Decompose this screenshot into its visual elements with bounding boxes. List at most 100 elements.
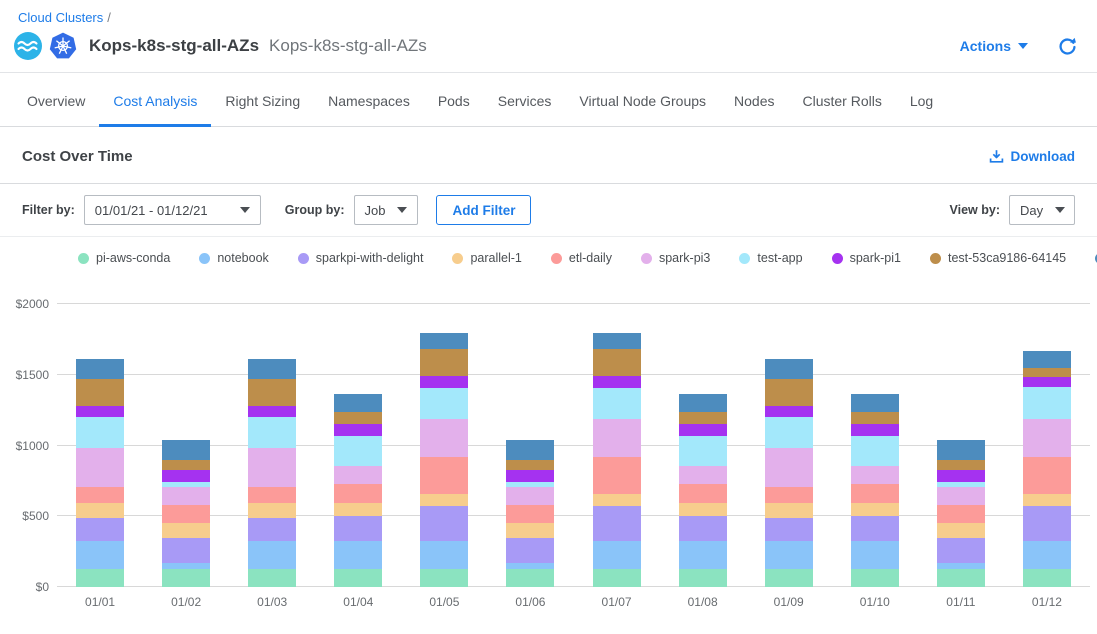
bar-segment-test-pkix[interactable] xyxy=(1023,351,1071,368)
bar-segment-etl-daily[interactable] xyxy=(765,487,813,503)
bar-segment-test-app[interactable] xyxy=(334,436,382,466)
legend-item-etl-daily[interactable]: etl-daily xyxy=(551,251,612,265)
legend-item-sparkpi-with-delight[interactable]: sparkpi-with-delight xyxy=(298,251,424,265)
bar-segment-spark-pi3[interactable] xyxy=(162,487,210,505)
bar-segment-test-53ca9186-64145[interactable] xyxy=(420,349,468,376)
bar-segment-notebook[interactable] xyxy=(593,541,641,569)
bar-segment-test-pkix[interactable] xyxy=(765,359,813,379)
tab-log[interactable]: Log xyxy=(896,73,947,127)
bar-segment-parallel-1[interactable] xyxy=(248,503,296,518)
legend-item-parallel-1[interactable]: parallel-1 xyxy=(452,251,521,265)
bar-segment-test-app[interactable] xyxy=(765,417,813,447)
bar-segment-spark-pi1[interactable] xyxy=(420,376,468,387)
bar-segment-pi-aws-conda[interactable] xyxy=(162,569,210,587)
stacked-bar-01/05[interactable] xyxy=(420,333,468,587)
bar-segment-parallel-1[interactable] xyxy=(851,503,899,516)
bar-segment-parallel-1[interactable] xyxy=(593,494,641,507)
legend-item-test-53ca9186-64145[interactable]: test-53ca9186-64145 xyxy=(930,251,1066,265)
bar-segment-pi-aws-conda[interactable] xyxy=(248,569,296,587)
stacked-bar-01/07[interactable] xyxy=(593,333,641,587)
stacked-bar-01/11[interactable] xyxy=(937,440,985,587)
download-button[interactable]: Download xyxy=(989,149,1076,164)
bar-segment-etl-daily[interactable] xyxy=(679,484,727,503)
tab-cost-analysis[interactable]: Cost Analysis xyxy=(99,73,211,127)
view-by-select[interactable]: Day xyxy=(1009,195,1075,225)
bar-segment-test-53ca9186-64145[interactable] xyxy=(593,349,641,376)
group-by-select[interactable]: Job xyxy=(354,195,419,225)
bar-segment-sparkpi-with-delight[interactable] xyxy=(162,538,210,563)
bar-segment-sparkpi-with-delight[interactable] xyxy=(679,516,727,541)
bar-segment-spark-pi3[interactable] xyxy=(420,419,468,456)
stacked-bar-01/08[interactable] xyxy=(679,394,727,587)
tab-cluster-rolls[interactable]: Cluster Rolls xyxy=(788,73,895,127)
bar-segment-spark-pi1[interactable] xyxy=(76,406,124,417)
bar-segment-spark-pi1[interactable] xyxy=(1023,377,1071,387)
stacked-bar-01/03[interactable] xyxy=(248,359,296,587)
bar-segment-test-app[interactable] xyxy=(248,417,296,447)
bar-segment-spark-pi1[interactable] xyxy=(937,470,985,482)
bar-segment-spark-pi1[interactable] xyxy=(162,470,210,482)
bar-segment-notebook[interactable] xyxy=(248,541,296,569)
bar-segment-parallel-1[interactable] xyxy=(679,503,727,516)
bar-segment-test-pkix[interactable] xyxy=(937,440,985,460)
bar-segment-test-app[interactable] xyxy=(76,417,124,447)
date-range-select[interactable]: 01/01/21 - 01/12/21 xyxy=(84,195,261,225)
bar-segment-test-pkix[interactable] xyxy=(679,394,727,412)
bar-segment-parallel-1[interactable] xyxy=(334,503,382,516)
bar-segment-test-53ca9186-64145[interactable] xyxy=(679,412,727,424)
bar-segment-test-53ca9186-64145[interactable] xyxy=(334,412,382,424)
bar-segment-pi-aws-conda[interactable] xyxy=(765,569,813,587)
bar-segment-spark-pi3[interactable] xyxy=(765,448,813,487)
legend-item-spark-pi1[interactable]: spark-pi1 xyxy=(832,251,901,265)
bar-segment-pi-aws-conda[interactable] xyxy=(1023,569,1071,587)
tab-namespaces[interactable]: Namespaces xyxy=(314,73,424,127)
bar-segment-test-53ca9186-64145[interactable] xyxy=(76,379,124,406)
bar-segment-etl-daily[interactable] xyxy=(851,484,899,503)
bar-segment-spark-pi3[interactable] xyxy=(593,419,641,456)
bar-segment-sparkpi-with-delight[interactable] xyxy=(334,516,382,541)
tab-right-sizing[interactable]: Right Sizing xyxy=(211,73,314,127)
legend-item-test-app[interactable]: test-app xyxy=(739,251,802,265)
bar-segment-etl-daily[interactable] xyxy=(76,487,124,503)
bar-segment-test-53ca9186-64145[interactable] xyxy=(765,379,813,406)
bar-segment-parallel-1[interactable] xyxy=(420,494,468,507)
bar-segment-test-pkix[interactable] xyxy=(420,333,468,349)
stacked-bar-01/10[interactable] xyxy=(851,394,899,587)
legend-item-notebook[interactable]: notebook xyxy=(199,251,268,265)
bar-segment-etl-daily[interactable] xyxy=(506,505,554,523)
stacked-bar-01/02[interactable] xyxy=(162,440,210,587)
bar-segment-sparkpi-with-delight[interactable] xyxy=(1023,506,1071,541)
bar-segment-sparkpi-with-delight[interactable] xyxy=(76,518,124,541)
bar-segment-notebook[interactable] xyxy=(679,541,727,569)
bar-segment-test-53ca9186-64145[interactable] xyxy=(851,412,899,424)
bar-segment-test-pkix[interactable] xyxy=(334,394,382,412)
stacked-bar-01/06[interactable] xyxy=(506,440,554,587)
refresh-button[interactable] xyxy=(1058,37,1077,56)
bar-segment-pi-aws-conda[interactable] xyxy=(937,569,985,587)
bar-segment-sparkpi-with-delight[interactable] xyxy=(851,516,899,541)
bar-segment-spark-pi1[interactable] xyxy=(334,424,382,436)
bar-segment-spark-pi1[interactable] xyxy=(593,376,641,387)
tab-services[interactable]: Services xyxy=(484,73,566,127)
breadcrumb-link-cloud-clusters[interactable]: Cloud Clusters xyxy=(18,10,103,25)
bar-segment-test-pkix[interactable] xyxy=(506,440,554,460)
bar-segment-spark-pi3[interactable] xyxy=(506,487,554,505)
bar-segment-test-app[interactable] xyxy=(1023,387,1071,420)
bar-segment-pi-aws-conda[interactable] xyxy=(334,569,382,587)
bar-segment-pi-aws-conda[interactable] xyxy=(76,569,124,587)
bar-segment-sparkpi-with-delight[interactable] xyxy=(248,518,296,541)
bar-segment-test-pkix[interactable] xyxy=(162,440,210,460)
bar-segment-etl-daily[interactable] xyxy=(248,487,296,503)
bar-segment-parallel-1[interactable] xyxy=(765,503,813,518)
bar-segment-test-pkix[interactable] xyxy=(593,333,641,349)
bar-segment-pi-aws-conda[interactable] xyxy=(420,569,468,587)
bar-segment-spark-pi1[interactable] xyxy=(506,470,554,482)
bar-segment-test-53ca9186-64145[interactable] xyxy=(937,460,985,470)
bar-segment-parallel-1[interactable] xyxy=(1023,494,1071,507)
bar-segment-sparkpi-with-delight[interactable] xyxy=(420,506,468,541)
bar-segment-notebook[interactable] xyxy=(1023,541,1071,569)
bar-segment-sparkpi-with-delight[interactable] xyxy=(765,518,813,541)
bar-segment-test-pkix[interactable] xyxy=(851,394,899,412)
stacked-bar-01/09[interactable] xyxy=(765,359,813,587)
bar-segment-notebook[interactable] xyxy=(334,541,382,569)
